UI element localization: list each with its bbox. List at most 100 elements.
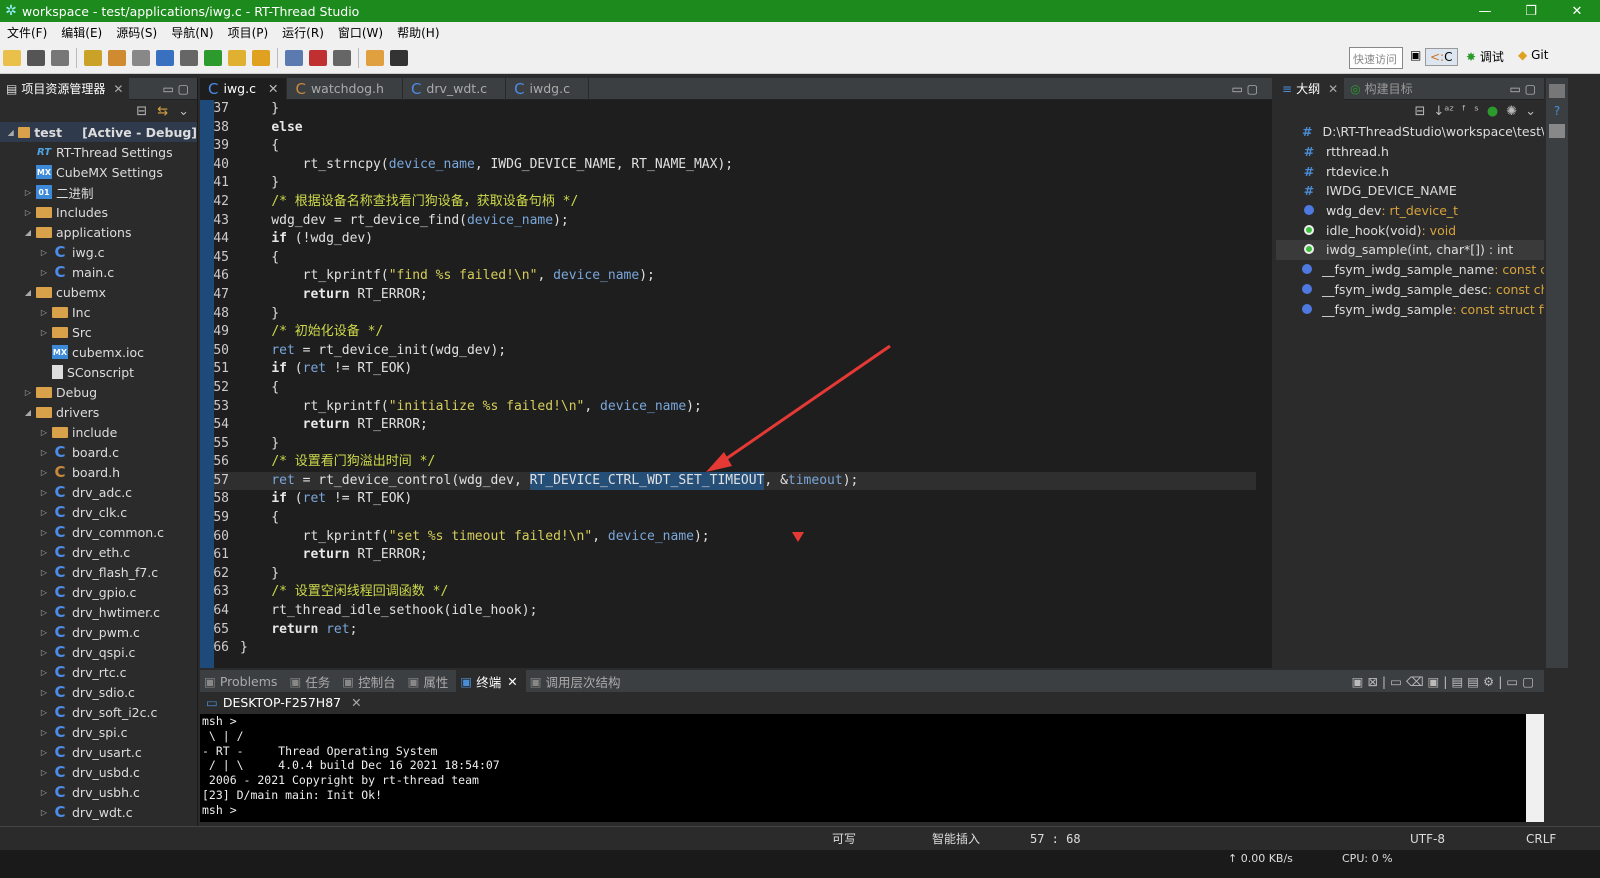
collapsed-chevron-icon[interactable]: ▷ — [38, 508, 50, 517]
terminal-scrollbar[interactable] — [1526, 714, 1544, 822]
build-icon[interactable] — [84, 49, 102, 66]
tree-item[interactable]: ▷ Cdrv_clk.c — [0, 502, 197, 522]
collapsed-chevron-icon[interactable]: ▷ — [38, 528, 50, 537]
tree-item[interactable]: ▷ Cdrv_soft_i2c.c — [0, 702, 197, 722]
tree-item[interactable]: ▷ Includes — [0, 202, 197, 222]
code-line[interactable]: 38 else — [200, 119, 1256, 138]
collapsed-chevron-icon[interactable]: ▷ — [38, 568, 50, 577]
tree-item[interactable]: ▷ Ciwg.c — [0, 242, 197, 262]
bottom-tab-4[interactable]: ▣ 终端 ✕ — [456, 670, 526, 692]
view-menu-icon[interactable]: ⌄ — [1525, 104, 1536, 119]
menu-item[interactable]: 运行(R) — [275, 24, 331, 41]
expanded-chevron-icon[interactable]: ◢ — [22, 228, 34, 237]
code-line[interactable]: 50 ret = rt_device_init(wdg_dev); — [200, 342, 1256, 361]
code-line[interactable]: 42 /* 根据设备名称查找看门狗设备，获取设备句柄 */ — [200, 193, 1256, 212]
tree-item[interactable]: RT RT-Thread Settings — [0, 142, 197, 162]
search-icon[interactable] — [252, 49, 270, 66]
tree-item[interactable]: ▷ Cdrv_qspi.c — [0, 642, 197, 662]
wrench-icon[interactable] — [132, 49, 150, 66]
tree-item[interactable]: ▷ Cdrv_flash_f7.c — [0, 562, 197, 582]
encoding-status[interactable]: UTF-8 — [1410, 832, 1445, 846]
tree-item[interactable]: MX CubeMX Settings — [0, 162, 197, 182]
collapsed-chevron-icon[interactable]: ▷ — [38, 488, 50, 497]
collapsed-chevron-icon[interactable]: ▷ — [38, 248, 50, 257]
tree-item[interactable]: ▷ Cboard.c — [0, 442, 197, 462]
hide-nonpublic-icon[interactable]: ● — [1487, 104, 1498, 119]
collapsed-chevron-icon[interactable]: ▷ — [38, 708, 50, 717]
code-line[interactable]: 47 return RT_ERROR; — [200, 286, 1256, 305]
line-ending-status[interactable]: CRLF — [1526, 832, 1556, 846]
expanded-chevron-icon[interactable]: ◢ — [6, 128, 16, 137]
outline-item[interactable]: __fsym_iwdg_sample_name : const char — [1276, 260, 1544, 280]
outline-item[interactable]: # rtthread.h — [1276, 142, 1544, 162]
hide-static-icon[interactable]: ˢ — [1474, 104, 1479, 119]
tree-item[interactable]: ▷ Cdrv_usbd.c — [0, 762, 197, 782]
menu-item[interactable]: 导航(N) — [164, 24, 220, 41]
terminal-output[interactable]: msh > \ | / - RT - Thread Operating Syste… — [200, 714, 1526, 822]
code-line[interactable]: 55 } — [200, 435, 1256, 454]
tree-item[interactable]: ◢ applications — [0, 222, 197, 242]
new-icon[interactable] — [3, 49, 21, 66]
code-line[interactable]: 59 { — [200, 509, 1256, 528]
save-icon[interactable] — [27, 49, 45, 66]
restore-icon[interactable] — [1549, 84, 1565, 98]
tree-item[interactable]: ▷ Inc — [0, 302, 197, 322]
terminal-toolbar-icons[interactable]: ▣ ⊠ | ▭ ⌫ ▣ | ▤ ▤ ⚙ | ▭ ▢ — [1352, 674, 1534, 689]
collapsed-chevron-icon[interactable]: ▷ — [38, 748, 50, 757]
collapsed-chevron-icon[interactable]: ▷ — [38, 728, 50, 737]
collapsed-chevron-icon[interactable]: ▷ — [38, 788, 50, 797]
outline-item[interactable]: iwdg_sample(int, char*[]) : int — [1276, 240, 1544, 260]
list-icon[interactable] — [333, 49, 351, 66]
perspective-git[interactable]: ◆ Git — [1518, 48, 1548, 62]
collapsed-chevron-icon[interactable]: ▷ — [38, 448, 50, 457]
collapsed-chevron-icon[interactable]: ▷ — [38, 268, 50, 277]
collapsed-chevron-icon[interactable]: ▷ — [38, 428, 50, 437]
close-tab-icon[interactable]: ✕ — [351, 695, 361, 710]
collapse-icon[interactable]: ⊟ — [1414, 104, 1425, 119]
quick-access-input[interactable]: 快速访问 — [1349, 47, 1403, 69]
tree-item[interactable]: ▷ Cdrv_common.c — [0, 522, 197, 542]
outline-item[interactable]: idle_hook(void) : void — [1276, 220, 1544, 240]
collapsed-chevron-icon[interactable]: ▷ — [22, 188, 34, 197]
debug-icon[interactable] — [204, 49, 222, 66]
collapsed-chevron-icon[interactable]: ▷ — [22, 208, 34, 217]
collapsed-chevron-icon[interactable]: ▷ — [38, 768, 50, 777]
tree-item[interactable]: ▷ Cdrv_usbh.c — [0, 782, 197, 802]
outline-item[interactable]: __fsym_iwdg_sample : const struct finsh — [1276, 299, 1544, 319]
code-line[interactable]: 49 /* 初始化设备 */ — [200, 323, 1256, 342]
collapsed-chevron-icon[interactable]: ▷ — [38, 328, 50, 337]
collapsed-chevron-icon[interactable]: ▷ — [38, 588, 50, 597]
editor-tab-iwg-c[interactable]: Ciwg.c ✕ — [200, 77, 288, 100]
code-line[interactable]: 48 } — [200, 305, 1256, 324]
tree-item[interactable]: ▷ Cdrv_sdio.c — [0, 682, 197, 702]
close-tab-icon[interactable]: ✕ — [113, 82, 123, 96]
collapsed-chevron-icon[interactable]: ▷ — [38, 688, 50, 697]
rebuild-icon[interactable] — [108, 49, 126, 66]
code-line[interactable]: 60 rt_kprintf("set %s timeout failed!\n"… — [200, 528, 1256, 547]
menu-item[interactable]: 帮助(H) — [390, 24, 446, 41]
outline-item[interactable]: __fsym_iwdg_sample_desc : const char — [1276, 280, 1544, 300]
code-line[interactable]: 65 return ret; — [200, 621, 1256, 640]
sort-icon[interactable]: ↓ᵃᶻ — [1433, 104, 1454, 119]
menu-item[interactable]: 编辑(E) — [54, 24, 109, 41]
perspective-c[interactable]: <: C — [1425, 48, 1458, 66]
close-tab-icon[interactable]: ✕ — [268, 81, 278, 96]
terminal-icon[interactable] — [285, 49, 303, 66]
bottom-tab-2[interactable]: ▣ 控制台 — [338, 670, 403, 692]
tree-item[interactable]: ▷ Cdrv_rtc.c — [0, 662, 197, 682]
tree-item[interactable]: ▷ 01 二进制 — [0, 182, 197, 202]
save-all-icon[interactable] — [51, 49, 69, 66]
outline-item[interactable]: # rtdevice.h — [1276, 161, 1544, 181]
editor-tab-drv_wdt-c[interactable]: Cdrv_wdt.c — [403, 77, 507, 100]
code-line[interactable]: 37 } — [200, 100, 1256, 119]
collapsed-chevron-icon[interactable]: ▷ — [38, 668, 50, 677]
code-line[interactable]: 64 rt_thread_idle_sethook(idle_hook); — [200, 602, 1256, 621]
open-perspective-icon[interactable]: ▣ — [1410, 48, 1421, 62]
minimize-button[interactable]: — — [1462, 4, 1508, 19]
link-editor-icon[interactable]: ⇆ — [157, 104, 168, 119]
code-line[interactable]: 62 } — [200, 565, 1256, 584]
menu-item[interactable]: 文件(F) — [0, 24, 54, 41]
tab-build-targets[interactable]: ◎ 构建目标 — [1344, 80, 1419, 97]
tree-item[interactable]: ▷ Cmain.c — [0, 262, 197, 282]
tree-item[interactable]: ▷ Cdrv_eth.c — [0, 542, 197, 562]
